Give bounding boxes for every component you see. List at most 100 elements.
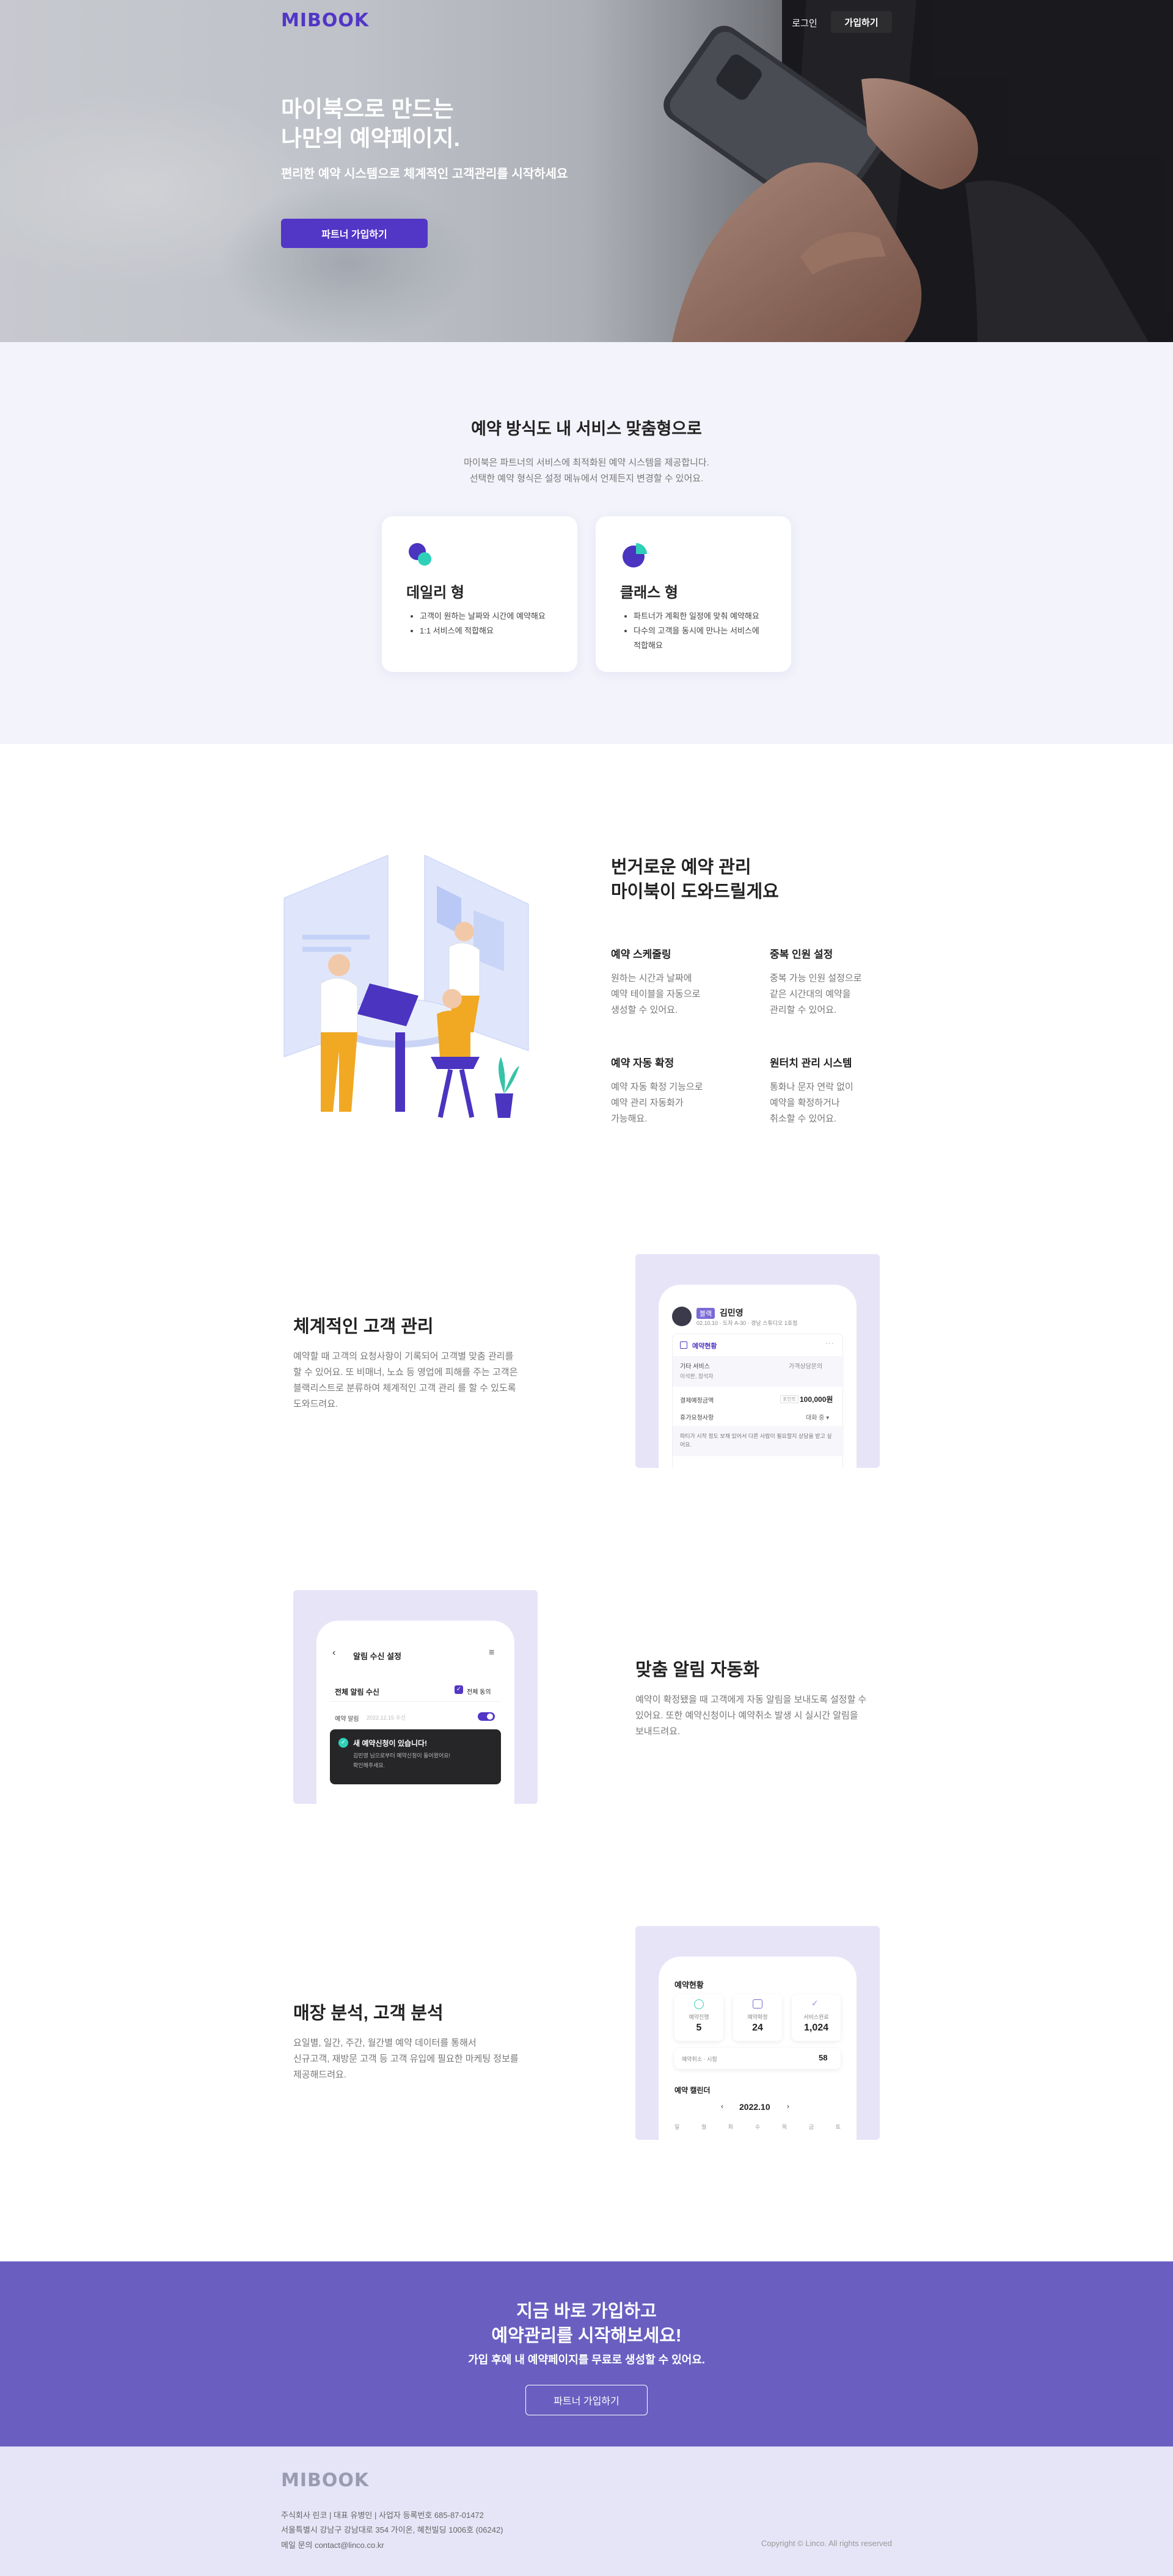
analytics-title: 매장 분석, 고객 분석 (293, 2004, 444, 2023)
prev-month-icon[interactable]: ‹ (721, 2102, 723, 2111)
stat-card[interactable]: 예약진행 5 (674, 1994, 723, 2041)
feature-title: 예약 자동 확정 (611, 1057, 674, 1069)
phone-mockup: 예약현황 예약진행 5 예약확정 24 ✓ 서비스완료 1,024 예약취소 ·… (659, 1957, 857, 2140)
notification-toast[interactable]: ✓ 새 예약신청이 있습니다! 김민영 님으로부터 예약신청이 들어왔어요! 확… (330, 1729, 501, 1784)
price-label: 결제예정금액 (680, 1398, 714, 1404)
total-row[interactable]: 예약취소 · 시험 58 (674, 2048, 841, 2069)
customer-title: 체계적인 고객 관리 (293, 1317, 434, 1337)
toast-title: 새 예약신청이 있습니다! (353, 1739, 428, 1748)
hero-subtitle: 편리한 예약 시스템으로 체계적인 고객관리를 시작하세요 (281, 167, 568, 181)
next-month-icon[interactable]: › (787, 2102, 789, 2111)
cta-section: 지금 바로 가입하고 예약관리를 시작해보세요! 가입 후에 내 예약페이지를 … (0, 2261, 1173, 2446)
reservation-card: 예약현황 ··· 기타 서비스 가격상담문의 이석판, 참석자 결제예정금액 포… (672, 1334, 844, 1468)
customer-mockup-panel: 블랙 김민영 02.10.10 · 도자 A-30 · 경남 스튜디오 1호점 … (635, 1254, 880, 1468)
join-button[interactable]: 가입하기 (831, 11, 892, 33)
reservation-alarm-label: 예약 알림 (335, 1716, 359, 1723)
class-type-card[interactable]: 클래스 형 파트너가 계획한 일정에 맞춰 예약해요 다수의 고객을 동시에 만… (596, 516, 791, 672)
stat-value: 5 (696, 2023, 702, 2033)
footer-company-info: 주식회사 린코 | 대표 유병인 | 사업자 등록번호 685-87-01472 (281, 2511, 484, 2520)
feature-desc: 중복 가능 인원 설정으로 같은 시간대의 예약을 관리할 수 있어요. (770, 973, 862, 1015)
alarm-mockup-panel: ‹ 알림 수신 설정 ≡ 전체 알림 수신 ✓ 전체 동의 예약 알림 2022… (293, 1590, 538, 1804)
footer-contact[interactable]: 메일 문의 contact@linco.co.kr (281, 2539, 384, 2550)
feature-item-auto-confirm: 예약 자동 확정 예약 자동 확정 기능으로 예약 관리 자동화가 가능해요. (611, 1054, 745, 1127)
footer-logo[interactable]: MIBOOK (281, 2470, 369, 2491)
calendar-month: 2022.10 (739, 2102, 770, 2112)
calendar-icon (753, 1999, 762, 2009)
customer-info: 02.10.10 · 도자 A-30 · 경남 스튜디오 1호점 (696, 1320, 798, 1326)
customer-description: 예약할 때 고객의 요청사항이 기록되어 고객별 맞춤 관리를 할 수 있어요. … (293, 1351, 518, 1409)
alarm-header: 알림 수신 설정 (353, 1652, 401, 1661)
phone-mockup: ‹ 알림 수신 설정 ≡ 전체 알림 수신 ✓ 전체 동의 예약 알림 2022… (316, 1621, 514, 1804)
phone-mockup: 블랙 김민영 02.10.10 · 도자 A-30 · 경남 스튜디오 1호점 … (659, 1285, 857, 1468)
toast-line2: 확인해주세요. (353, 1762, 386, 1768)
list-item: 파트너가 계획한 일정에 맞춰 예약해요 (634, 609, 768, 624)
hero-section: MIBOOK 로그인 가입하기 마이북으로 만드는 나만의 예약페이지. 편리한… (0, 0, 1173, 342)
all-agree-label: 전체 동의 (467, 1689, 491, 1696)
status-label: 휴가요청사항 (680, 1415, 714, 1421)
status-badge: 블랙 (696, 1308, 715, 1319)
class-type-title: 클래스 형 (620, 585, 678, 601)
daily-type-title: 데일리 형 (406, 585, 464, 601)
partner-signup-button[interactable]: 파트너 가입하기 (281, 219, 428, 248)
footer-address: 서울특별시 강남구 강남대로 354 가이온, 혜천빌딩 1006호 (0624… (281, 2525, 503, 2534)
pie-chart-icon (623, 543, 647, 567)
customer-name: 김민영 (720, 1308, 744, 1318)
service-desc-line2: 선택한 예약 형식은 설정 메뉴에서 언제든지 변경할 수 있어요. (469, 473, 704, 484)
features-title-line2: 마이북이 도와드릴게요 (611, 882, 779, 902)
stat-value: 24 (752, 2023, 763, 2033)
check-icon[interactable]: ✓ (455, 1685, 463, 1694)
features-title: 번거로운 예약 관리 마이북이 도와드릴게요 (611, 855, 779, 904)
calendar-icon (680, 1341, 687, 1349)
alarm-toggle[interactable] (478, 1712, 495, 1721)
feature-desc: 원하는 시간과 날짜에 예약 테이블을 자동으로 생성할 수 있어요. (611, 973, 701, 1015)
check-circle-icon: ✓ (338, 1738, 348, 1748)
request-note: 파티가 시작 정도 보채 있어서 다른 사람이 필요할지 상담을 받고 싶어요. (673, 1426, 844, 1456)
analytics-mockup-panel: 예약현황 예약진행 5 예약확정 24 ✓ 서비스완료 1,024 예약취소 ·… (635, 1926, 880, 2140)
cta-partner-signup-button[interactable]: 파트너 가입하기 (525, 2385, 648, 2415)
footer: MIBOOK 주식회사 린코 | 대표 유병인 | 사업자 등록번호 685-8… (0, 2446, 1173, 2576)
sub-label: 이석판, 참석자 (680, 1373, 714, 1379)
hero-title: 마이북으로 만드는 나만의 예약페이지. (281, 95, 460, 153)
daily-type-card[interactable]: 데일리 형 고객이 원하는 날짜와 시간에 예약해요 1:1 서비스에 적합해요 (382, 516, 577, 672)
list-item: 고객이 원하는 날짜와 시간에 예약해요 (420, 609, 546, 624)
stat-label: 서비스완료 (803, 2014, 829, 2020)
avatar (672, 1307, 692, 1326)
alarm-title: 맞춤 알림 자동화 (635, 1660, 759, 1680)
price-value: 100,000원 (800, 1395, 833, 1404)
features-title-line1: 번거로운 예약 관리 (611, 858, 751, 877)
stat-card[interactable]: 예약확정 24 (733, 1994, 782, 2041)
hero-title-line1: 마이북으로 만드는 (281, 97, 454, 122)
chat-bubbles-icon (409, 543, 431, 566)
list-item: 1:1 서비스에 적합해요 (420, 624, 546, 638)
feature-title: 예약 스케줄링 (611, 949, 671, 960)
service-label: 기타 서비스 (680, 1363, 710, 1370)
service-desc-line1: 마이북은 파트너의 서비스에 최적화된 예약 시스템을 제공합니다. (464, 458, 709, 468)
toast-line1: 김민영 님으로부터 예약신청이 들어왔어요! (353, 1753, 451, 1759)
feature-title: 중복 인원 설정 (770, 949, 833, 960)
daily-type-list: 고객이 원하는 날짜와 시간에 예약해요 1:1 서비스에 적합해요 (420, 609, 546, 638)
stat-label: 예약확정 (747, 2014, 768, 2020)
feature-desc: 통화나 문자 연락 없이 예약을 확정하거나 취소할 수 있어요. (770, 1082, 853, 1124)
all-alarm-label: 전체 알림 수신 (335, 1688, 379, 1696)
feature-desc: 예약 자동 확정 기능으로 예약 관리 자동화가 가능해요. (611, 1082, 703, 1124)
weekday-row: 일월 화수 목금 토 (674, 2124, 841, 2130)
status-dropdown[interactable]: 대화 중 ▾ (806, 1412, 829, 1421)
feature-item-capacity: 중복 인원 설정 중복 가능 인원 설정으로 같은 시간대의 예약을 관리할 수 있… (770, 946, 904, 1018)
stat-label: 예약진행 (689, 2014, 709, 2020)
class-type-list: 파트너가 계획한 일정에 맞춰 예약해요 다수의 고객을 동시에 만나는 서비스… (634, 609, 768, 653)
office-team-illustration (283, 855, 529, 1118)
check-circle-icon (694, 1999, 704, 2009)
more-icon[interactable]: ··· (825, 1338, 834, 1348)
total-value: 58 (819, 2053, 828, 2062)
stat-card[interactable]: ✓ 서비스완료 1,024 (792, 1994, 841, 2041)
reservation-status-title: 예약현황 (674, 1980, 704, 1990)
login-button[interactable]: 로그인 (777, 12, 832, 33)
cta-title-line2: 예약관리를 시작해보세요! (491, 2326, 682, 2346)
feature-title: 원터치 관리 시스템 (770, 1057, 852, 1069)
cta-title-line1: 지금 바로 가입하고 (516, 2302, 657, 2321)
footer-copyright: Copyright © Linco. All rights reserved (761, 2539, 892, 2548)
price-tag: 포인트 (780, 1395, 799, 1403)
brand-logo[interactable]: MIBOOK (281, 10, 369, 31)
back-icon[interactable]: ‹ (332, 1647, 335, 1658)
menu-icon[interactable]: ≡ (489, 1647, 494, 1658)
